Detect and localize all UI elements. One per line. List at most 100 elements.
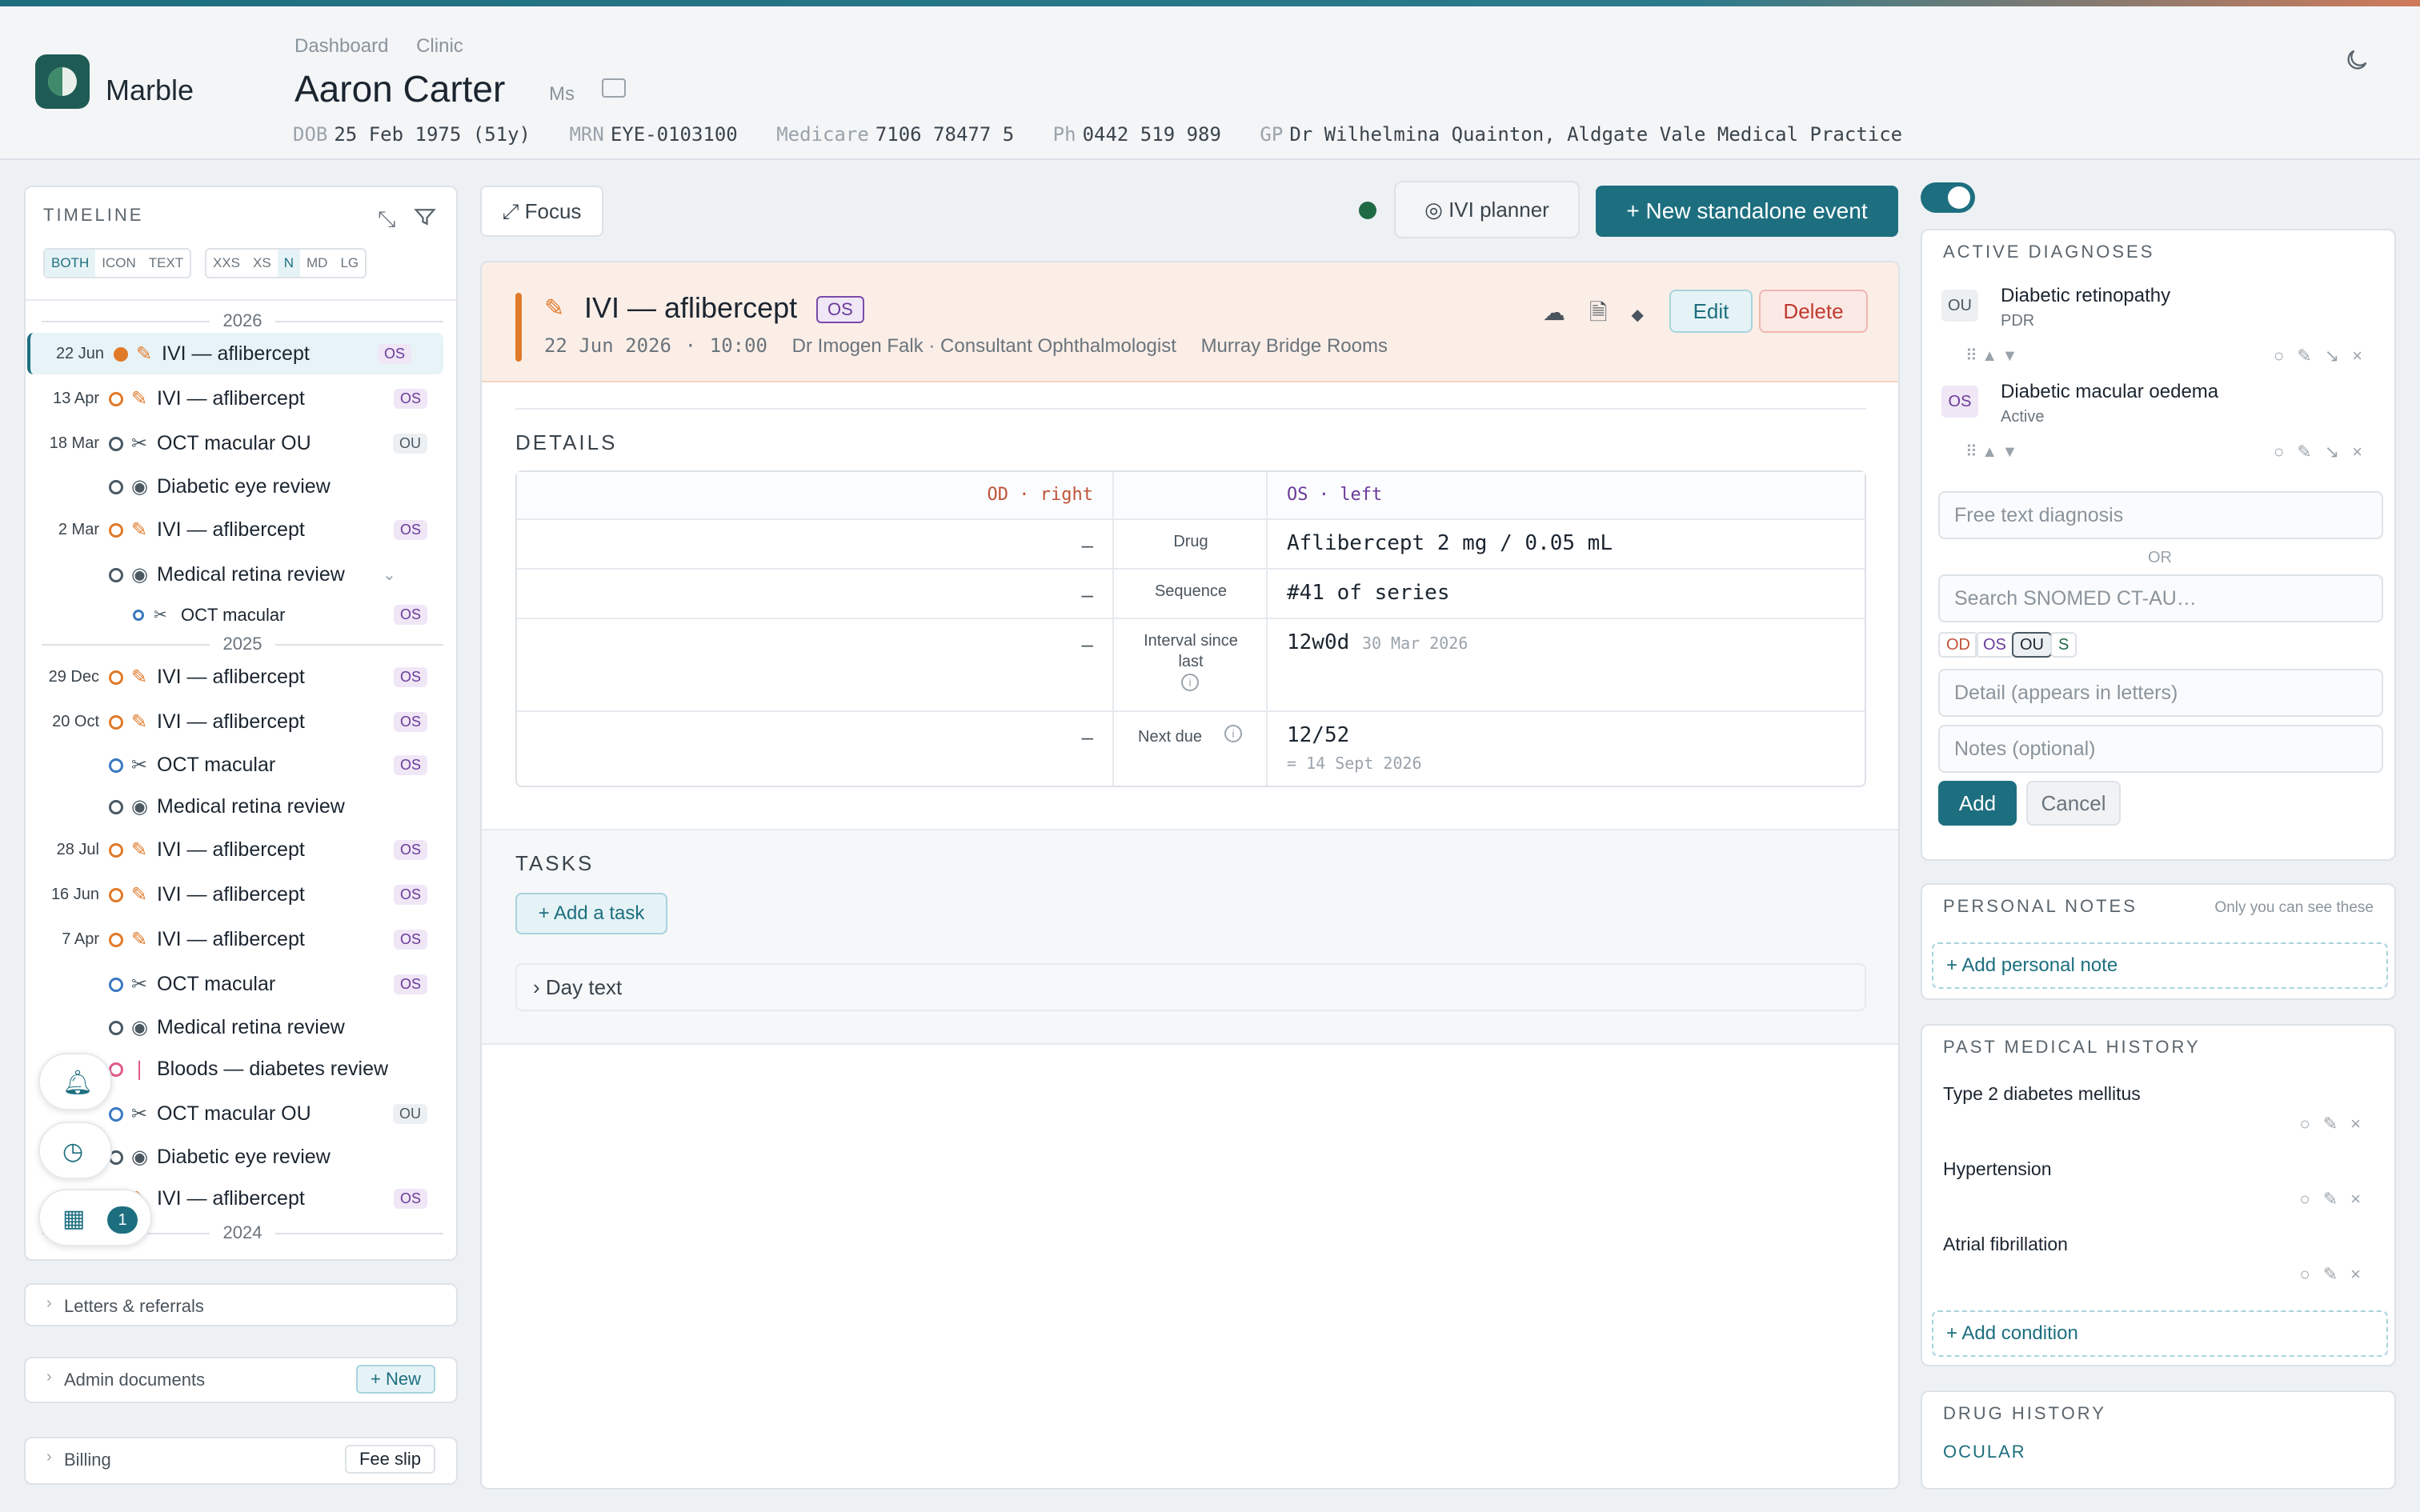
calendar-button[interactable]: ▦ 1 (38, 1189, 152, 1246)
panel-toggle-switch[interactable] (1921, 182, 1975, 213)
filter-icon[interactable] (413, 205, 437, 229)
detail-input[interactable]: Detail (appears in letters) (1938, 669, 2383, 717)
timeline-event[interactable]: ✂ OCT macular OS (26, 963, 456, 1005)
timeline-event[interactable]: 13 Apr ✎ IVI — aflibercept OS (26, 378, 456, 419)
timeline-event[interactable]: 2 Mar ✎ IVI — aflibercept OS (26, 509, 456, 550)
timeline-event[interactable]: 20 Oct ✎ IVI — aflibercept OS (26, 701, 456, 742)
add-task-button[interactable]: + Add a task (515, 893, 667, 934)
toggle-both[interactable]: BOTH (45, 250, 96, 277)
reorder-controls[interactable]: ⠿ ▲ ▼ (1965, 346, 2017, 366)
dark-mode-moon-icon[interactable] (2343, 46, 2370, 74)
event-title: IVI — aflibercept (584, 291, 798, 324)
focus-button[interactable]: ⤢ Focus (480, 186, 603, 237)
diagnosis-name: Diabetic macular oedema (2001, 381, 2219, 402)
event-title: OCT macular OU (157, 432, 311, 454)
timeline-event[interactable]: 18 Mar ✂ OCT macular OU OU (26, 422, 456, 464)
collapse-icon[interactable]: ⤡ (378, 206, 395, 233)
laterality-os[interactable]: OS (1975, 632, 2014, 658)
letters-panel[interactable]: › Letters & referrals (24, 1283, 458, 1326)
id-card-icon[interactable] (602, 78, 626, 98)
toggle-xs[interactable]: XS (246, 250, 278, 277)
timeline-event[interactable]: ✂ OCT macular OS (26, 594, 456, 635)
event-dot (109, 670, 123, 685)
toggle-text[interactable]: TEXT (142, 250, 190, 277)
notes-input[interactable]: Notes (optional) (1938, 725, 2383, 773)
notifications-button[interactable]: 🔔︎ (38, 1053, 112, 1110)
pmh-item-actions[interactable]: ○✎× (2299, 1189, 2374, 1210)
os-cell: 12/52 = 14 Sept 2026 (1268, 712, 1865, 786)
cancel-diagnosis-button[interactable]: Cancel (2026, 781, 2121, 826)
toggle-icon[interactable]: ICON (95, 250, 142, 277)
history-button[interactable]: ◷ (38, 1122, 112, 1179)
info-icon[interactable]: i (1181, 674, 1199, 691)
cloud-upload-icon[interactable]: ☁ (1543, 300, 1565, 325)
billing-label: Billing (64, 1450, 111, 1470)
timeline-event[interactable]: 29 Dec ✎ IVI — aflibercept OS (26, 656, 456, 698)
marble-logo[interactable] (35, 54, 90, 109)
fee-slip-button[interactable]: Fee slip (344, 1445, 435, 1474)
diagnosis-status: PDR (2001, 312, 2035, 330)
breadcrumb-dashboard[interactable]: Dashboard (294, 35, 388, 57)
reorder-controls[interactable]: ⠿ ▲ ▼ (1965, 442, 2017, 462)
add-diagnosis-button[interactable]: Add (1938, 781, 2017, 826)
billing-panel[interactable]: › Billing Fee slip (24, 1437, 458, 1485)
year-divider: 2025 (26, 634, 456, 654)
toggle-n[interactable]: N (277, 250, 300, 277)
od-value: – (1081, 533, 1093, 557)
event-date: 29 Dec (48, 668, 99, 686)
breadcrumb-clinic[interactable]: Clinic (416, 35, 463, 57)
event-color-bar (515, 293, 522, 362)
event-title: OCT macular (157, 973, 276, 995)
timeline-event[interactable]: ◉ Medical retina review (26, 1006, 456, 1048)
toggle-md[interactable]: MD (300, 250, 334, 277)
ivi-planner-button[interactable]: ◎ IVI planner (1394, 181, 1580, 238)
event-title: IVI — aflibercept (157, 666, 305, 688)
event-dot (109, 933, 123, 947)
toggle-lg[interactable]: LG (334, 250, 365, 277)
timeline-event[interactable]: 7 Apr ✎ IVI — aflibercept OS (26, 918, 456, 960)
add-condition-button[interactable]: + Add condition (1932, 1310, 2388, 1357)
diagnosis-actions[interactable]: ○✎↘× (2274, 442, 2375, 462)
pmh-item-actions[interactable]: ○✎× (2299, 1264, 2374, 1285)
syringe-icon: ✎ (131, 711, 148, 733)
edit-button[interactable]: Edit (1669, 290, 1753, 333)
patient-name: Aaron Carter (294, 68, 506, 110)
document-export-icon[interactable]: 🗎︎ (1589, 300, 1608, 325)
pmh-item-actions[interactable]: ○✎× (2299, 1114, 2374, 1134)
laterality-s[interactable]: S (2050, 632, 2077, 658)
diamond-icon[interactable]: ◆ (1632, 306, 1644, 324)
timeline-event[interactable]: ◉ Medical retina review ⌄ (26, 554, 456, 595)
timeline-event[interactable]: 16 Jun ✎ IVI — aflibercept OS (26, 874, 456, 915)
diagnosis-actions[interactable]: ○✎↘× (2274, 346, 2375, 366)
event-title: IVI — aflibercept (162, 342, 310, 365)
delete-button[interactable]: Delete (1759, 290, 1868, 333)
new-admin-doc-button[interactable]: + New (356, 1365, 435, 1394)
chevron-down-icon[interactable]: ⌄ (383, 565, 396, 585)
admin-documents-panel[interactable]: › Admin documents + New (24, 1357, 458, 1403)
day-text-toggle[interactable]: › Day text (515, 963, 1866, 1011)
scan-icon: ✂ (131, 974, 148, 995)
toggle-xxs[interactable]: XXS (206, 250, 246, 277)
new-standalone-event-button[interactable]: + New standalone event (1596, 186, 1898, 237)
timeline-event[interactable]: 22 Jun ✎ IVI — aflibercept OS (27, 333, 443, 374)
tasks-section (482, 829, 1898, 1045)
timeline-event[interactable]: ◉ Medical retina review (26, 786, 456, 827)
eye-icon: ◉ (131, 476, 148, 498)
timeline-event[interactable]: ◉ Diabetic eye review (26, 466, 456, 507)
snomed-search-input[interactable]: Search SNOMED CT-AU… (1938, 574, 2383, 622)
od-value: – (1081, 582, 1093, 606)
event-title: OCT macular (181, 605, 286, 625)
info-icon[interactable]: i (1224, 725, 1242, 742)
laterality-badge: OU (1941, 290, 1978, 322)
od-value: – (1081, 632, 1093, 656)
event-title: Medical retina review (157, 1016, 345, 1038)
year-divider: 2026 (26, 310, 456, 331)
os-header: OS · left (1287, 485, 1383, 505)
laterality-od[interactable]: OD (1938, 632, 1978, 658)
free-text-diagnosis-input[interactable]: Free text diagnosis (1938, 491, 2383, 539)
add-personal-note-button[interactable]: + Add personal note (1932, 942, 2388, 989)
timeline-event[interactable]: 28 Jul ✎ IVI — aflibercept OS (26, 829, 456, 870)
timeline-event[interactable]: ✂ OCT macular OS (26, 744, 456, 786)
laterality-ou[interactable]: OU (2012, 632, 2052, 658)
diagnosis-name: Diabetic retinopathy (2001, 285, 2171, 306)
